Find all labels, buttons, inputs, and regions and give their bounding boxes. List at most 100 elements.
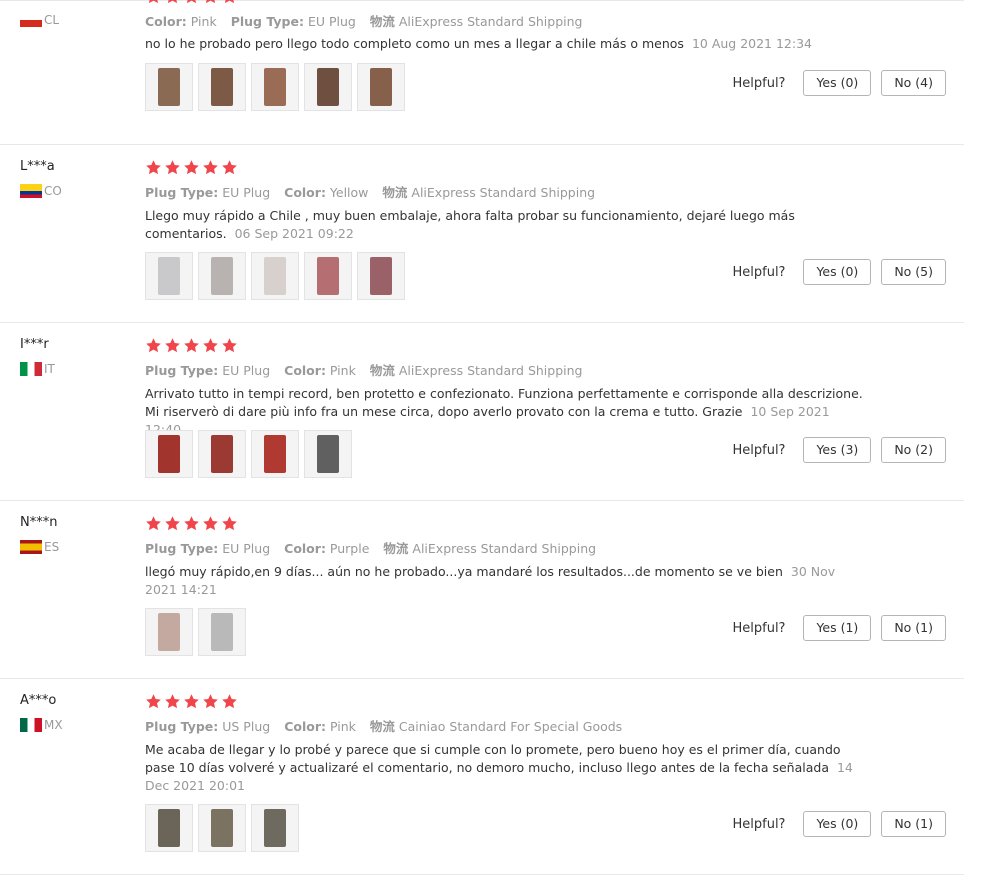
sku-attributes: Plug Type: EU Plug Color: Purple 物流 AliExp… bbox=[145, 538, 610, 557]
review-photo-thumbnail[interactable] bbox=[357, 252, 405, 300]
review-photo-thumbnail[interactable] bbox=[357, 63, 405, 111]
star-icon bbox=[183, 159, 201, 176]
review-photo-thumbnail[interactable] bbox=[145, 430, 193, 478]
country-code: IT bbox=[44, 362, 55, 376]
attribute-key: Plug Type: bbox=[230, 14, 304, 29]
flag-icon bbox=[20, 540, 42, 554]
attribute-key: Plug Type: bbox=[145, 541, 219, 556]
star-icon bbox=[221, 0, 239, 5]
reviewer-name: L***a bbox=[20, 159, 55, 174]
reviewer-name: A***o bbox=[20, 693, 57, 708]
sku-attribute: Plug Type: US Plug bbox=[145, 719, 270, 734]
review-photo-thumbnail[interactable] bbox=[198, 608, 246, 656]
review-photo-thumbnail[interactable] bbox=[198, 804, 246, 852]
review-photo-thumbnail[interactable] bbox=[145, 63, 193, 111]
attribute-value: Cainiao Standard For Special Goods bbox=[398, 719, 623, 734]
star-icon bbox=[183, 693, 201, 710]
attribute-value: Pink bbox=[329, 363, 356, 378]
helpful-yes-button[interactable]: Yes (0) bbox=[803, 811, 872, 837]
star-icon bbox=[164, 515, 182, 532]
review-photo-thumbnail[interactable] bbox=[145, 804, 193, 852]
review-photo-thumbnail[interactable] bbox=[304, 252, 352, 300]
attribute-key: Color: bbox=[284, 185, 326, 200]
helpful-vote: Helpful? Yes (0) No (4) bbox=[732, 70, 946, 96]
attribute-key: Color: bbox=[284, 541, 326, 556]
helpful-yes-button[interactable]: Yes (0) bbox=[803, 259, 872, 285]
sku-attributes: Plug Type: EU Plug Color: Yellow 物流 AliExp… bbox=[145, 182, 609, 201]
review-photo-thumbnail[interactable] bbox=[304, 63, 352, 111]
attribute-key: Plug Type: bbox=[145, 185, 219, 200]
star-rating bbox=[145, 693, 239, 710]
country-code: MX bbox=[44, 718, 63, 732]
attribute-key: Color: bbox=[284, 363, 326, 378]
helpful-label: Helpful? bbox=[732, 816, 786, 832]
review-photo-thumbnail[interactable] bbox=[145, 252, 193, 300]
review-item: N***n ES Plug Type: EU Plug Color: Purple 物… bbox=[0, 500, 964, 679]
attribute-key: 物流 bbox=[369, 719, 395, 734]
review-photo-thumbnail[interactable] bbox=[251, 804, 299, 852]
sku-attribute: 物流 AliExpress Standard Shipping bbox=[370, 14, 583, 29]
helpful-yes-button[interactable]: Yes (1) bbox=[803, 615, 872, 641]
review-photo-thumbnail[interactable] bbox=[251, 430, 299, 478]
sku-attribute: Color: Pink bbox=[145, 14, 217, 29]
flag-icon bbox=[20, 362, 42, 376]
star-icon bbox=[202, 337, 220, 354]
helpful-vote: Helpful? Yes (1) No (1) bbox=[732, 615, 946, 641]
helpful-yes-button[interactable]: Yes (3) bbox=[803, 437, 872, 463]
helpful-vote: Helpful? Yes (0) No (5) bbox=[732, 259, 946, 285]
attribute-key: Plug Type: bbox=[145, 719, 219, 734]
helpful-no-button[interactable]: No (4) bbox=[881, 70, 946, 96]
star-rating bbox=[145, 0, 239, 5]
sku-attribute: Color: Purple bbox=[284, 541, 369, 556]
review-photos bbox=[145, 63, 405, 111]
helpful-no-button[interactable]: No (1) bbox=[881, 811, 946, 837]
review-photos bbox=[145, 430, 352, 478]
helpful-no-button[interactable]: No (2) bbox=[881, 437, 946, 463]
attribute-value: Pink bbox=[329, 719, 356, 734]
star-icon bbox=[202, 0, 220, 5]
sku-attributes: Plug Type: EU Plug Color: Pink 物流 AliExpre… bbox=[145, 360, 596, 379]
review-photo-thumbnail[interactable] bbox=[198, 63, 246, 111]
helpful-label: Helpful? bbox=[732, 75, 786, 91]
helpful-label: Helpful? bbox=[732, 442, 786, 458]
star-rating bbox=[145, 159, 239, 176]
star-icon bbox=[164, 337, 182, 354]
star-icon bbox=[164, 693, 182, 710]
review-photo-thumbnail[interactable] bbox=[198, 430, 246, 478]
star-icon bbox=[164, 159, 182, 176]
attribute-value: AliExpress Standard Shipping bbox=[412, 541, 597, 556]
review-photo-thumbnail[interactable] bbox=[251, 63, 299, 111]
star-icon bbox=[183, 337, 201, 354]
sku-attribute: 物流 Cainiao Standard For Special Goods bbox=[370, 719, 622, 734]
review-body: llegó muy rápido,en 9 días... aún no he … bbox=[145, 564, 783, 579]
helpful-vote: Helpful? Yes (0) No (1) bbox=[732, 811, 946, 837]
review-photo-thumbnail[interactable] bbox=[304, 430, 352, 478]
flag-icon bbox=[20, 13, 42, 27]
country-code: ES bbox=[44, 540, 60, 554]
attribute-key: Color: bbox=[145, 14, 187, 29]
review-photo-thumbnail[interactable] bbox=[145, 608, 193, 656]
attribute-value: AliExpress Standard Shipping bbox=[398, 363, 583, 378]
helpful-label: Helpful? bbox=[732, 264, 786, 280]
review-item: A***o MX Plug Type: US Plug Color: Pink 物流 … bbox=[0, 678, 964, 875]
helpful-no-button[interactable]: No (1) bbox=[881, 615, 946, 641]
review-photo-thumbnail[interactable] bbox=[251, 252, 299, 300]
review-date: 06 Sep 2021 09:22 bbox=[234, 226, 354, 241]
reviewer-name: I***r bbox=[20, 337, 49, 352]
attribute-key: 物流 bbox=[383, 541, 409, 556]
review-item: Y***z CL Color: Pink Plug Type: EU Plug 物流 … bbox=[0, 0, 964, 145]
flag-icon bbox=[20, 184, 42, 198]
attribute-value: EU Plug bbox=[222, 185, 271, 200]
review-photo-thumbnail[interactable] bbox=[198, 252, 246, 300]
helpful-no-button[interactable]: No (5) bbox=[881, 259, 946, 285]
flag-icon bbox=[20, 718, 42, 732]
helpful-yes-button[interactable]: Yes (0) bbox=[803, 70, 872, 96]
country-code: CL bbox=[44, 13, 60, 27]
sku-attribute: Plug Type: EU Plug bbox=[231, 14, 356, 29]
star-icon bbox=[145, 337, 163, 354]
sku-attribute: 物流 AliExpress Standard Shipping bbox=[383, 541, 596, 556]
attribute-value: EU Plug bbox=[222, 363, 271, 378]
star-rating bbox=[145, 515, 239, 532]
attribute-key: Color: bbox=[284, 719, 326, 734]
attribute-key: Plug Type: bbox=[145, 363, 219, 378]
